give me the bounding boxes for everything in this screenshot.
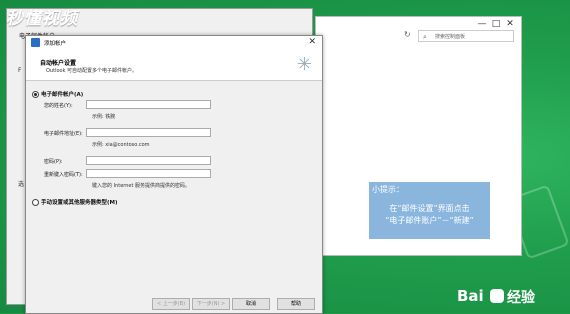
manual-setup-radio[interactable]: [32, 199, 39, 206]
retype-password-label: 重新键入密码(T):: [44, 172, 83, 178]
mail-side-fragment: F: [18, 67, 22, 74]
header-title: 自动帐户设置: [40, 60, 77, 67]
dialog-titlebar: 添加帐户 ✕: [26, 36, 322, 50]
search-placeholder: 搜索控制面板: [435, 34, 466, 40]
password-hint: 键入您的 Internet 服务提供商提供的密码。: [92, 183, 191, 189]
header-subtitle: Outlook 可自动配置多个电子邮件帐户。: [46, 68, 138, 74]
password-input[interactable]: [86, 156, 211, 165]
retype-password-input[interactable]: [86, 169, 211, 178]
dialog-header: 自动帐户设置 Outlook 可自动配置多个电子邮件帐户。 ✳: [26, 50, 322, 81]
add-account-dialog: 添加帐户 ✕ 自动帐户设置 Outlook 可自动配置多个电子邮件帐户。 ✳ 电…: [25, 35, 323, 314]
tip-line-2: “电子邮件账户”－“新建”: [385, 216, 474, 225]
email-input[interactable]: [86, 128, 211, 137]
video-watermark: 秒懂视频: [6, 9, 78, 29]
wizard-wand-icon: ✳: [296, 54, 312, 75]
name-hint: 示例: 铁腕: [92, 114, 116, 120]
email-label: 电子邮件地址(E):: [44, 131, 83, 137]
search-input[interactable]: ⌕ 搜索控制面板: [418, 30, 514, 42]
window-controls: — □ ✕: [475, 19, 517, 29]
search-icon: ⌕: [423, 33, 427, 41]
email-account-option-label: 电子邮件帐户(A): [41, 92, 84, 98]
help-button[interactable]: 帮助: [277, 298, 315, 310]
maximize-button[interactable]: □: [489, 19, 503, 29]
email-hint: 示例: xia@contoso.com: [92, 142, 150, 148]
back-button[interactable]: < 上一步(B): [152, 298, 190, 310]
tip-box: 小提示： 在“邮件设置”界面点击 “电子邮件账户”－“新建”: [369, 182, 490, 239]
tip-line-1: 在“邮件设置”界面点击: [389, 204, 470, 213]
close-button[interactable]: ✕: [503, 19, 517, 29]
next-button[interactable]: 下一步(N) >: [192, 298, 230, 310]
email-account-radio[interactable]: [32, 91, 39, 98]
mail-side-fragment: 选: [18, 181, 25, 188]
baidu-logo-text: Bai: [457, 287, 484, 305]
baidu-jingyan-text: 经验: [507, 290, 535, 306]
tip-title: 小提示：: [372, 185, 404, 194]
refresh-icon[interactable]: ↻: [404, 30, 411, 39]
minimize-button[interactable]: —: [475, 19, 489, 29]
baidu-paw-icon: [490, 289, 504, 303]
cancel-button[interactable]: 取消: [232, 298, 270, 310]
name-input[interactable]: [86, 100, 211, 109]
password-label: 密码(P):: [44, 159, 63, 165]
outlook-icon: [31, 38, 40, 47]
dialog-close-icon[interactable]: ✕: [308, 37, 316, 47]
name-label: 您的姓名(Y):: [44, 103, 73, 109]
dialog-title: 添加帐户: [44, 41, 67, 47]
manual-setup-option-label: 手动设置或其他服务器类型(M): [41, 200, 118, 206]
